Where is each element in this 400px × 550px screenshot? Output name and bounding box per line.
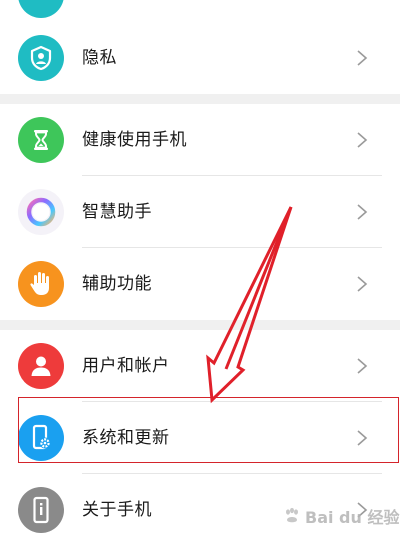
chevron-right-icon <box>357 132 368 148</box>
settings-item-label: 智慧助手 <box>82 202 152 222</box>
user-icon <box>18 343 64 389</box>
settings-group-security: 隐私 <box>0 0 400 94</box>
settings-item-label: 隐私 <box>82 48 117 68</box>
assistant-ring-icon <box>18 189 64 235</box>
paw-icon <box>286 507 298 523</box>
settings-group-assist: 健康使用手机 智慧助手 辅助功能 <box>0 104 400 320</box>
settings-item-label: 系统和更新 <box>82 428 170 448</box>
watermark: Bai du 经验 <box>283 504 399 528</box>
phone-info-icon <box>18 487 64 533</box>
privacy-shield-icon <box>18 35 64 81</box>
chevron-right-icon <box>357 276 368 292</box>
settings-item-label: 辅助功能 <box>82 274 152 294</box>
chevron-right-icon <box>357 358 368 374</box>
settings-screen: 隐私 健康使用手机 智慧助手 辅助功能 用户和帐户 系统和更新 关于手机 Bai… <box>0 0 400 550</box>
settings-item-digital-balance[interactable]: 健康使用手机 <box>0 104 400 176</box>
settings-item-system-updates[interactable]: 系统和更新 <box>0 402 400 474</box>
chevron-right-icon <box>357 50 368 66</box>
hand-icon <box>18 261 64 307</box>
settings-item-accessibility[interactable]: 辅助功能 <box>0 248 400 320</box>
chevron-right-icon <box>357 204 368 220</box>
watermark-text: Bai du 经验 <box>305 508 400 527</box>
settings-item-users-accounts[interactable]: 用户和帐户 <box>0 330 400 402</box>
settings-item-privacy[interactable]: 隐私 <box>0 22 400 94</box>
hourglass-icon <box>18 117 64 163</box>
partial-top-icon <box>18 0 64 18</box>
settings-item-label: 关于手机 <box>82 500 152 520</box>
settings-item-smart-assistant[interactable]: 智慧助手 <box>0 176 400 248</box>
settings-item-label: 用户和帐户 <box>82 356 170 376</box>
phone-gear-icon <box>18 415 64 461</box>
settings-item-label: 健康使用手机 <box>82 130 187 150</box>
chevron-right-icon <box>357 430 368 446</box>
